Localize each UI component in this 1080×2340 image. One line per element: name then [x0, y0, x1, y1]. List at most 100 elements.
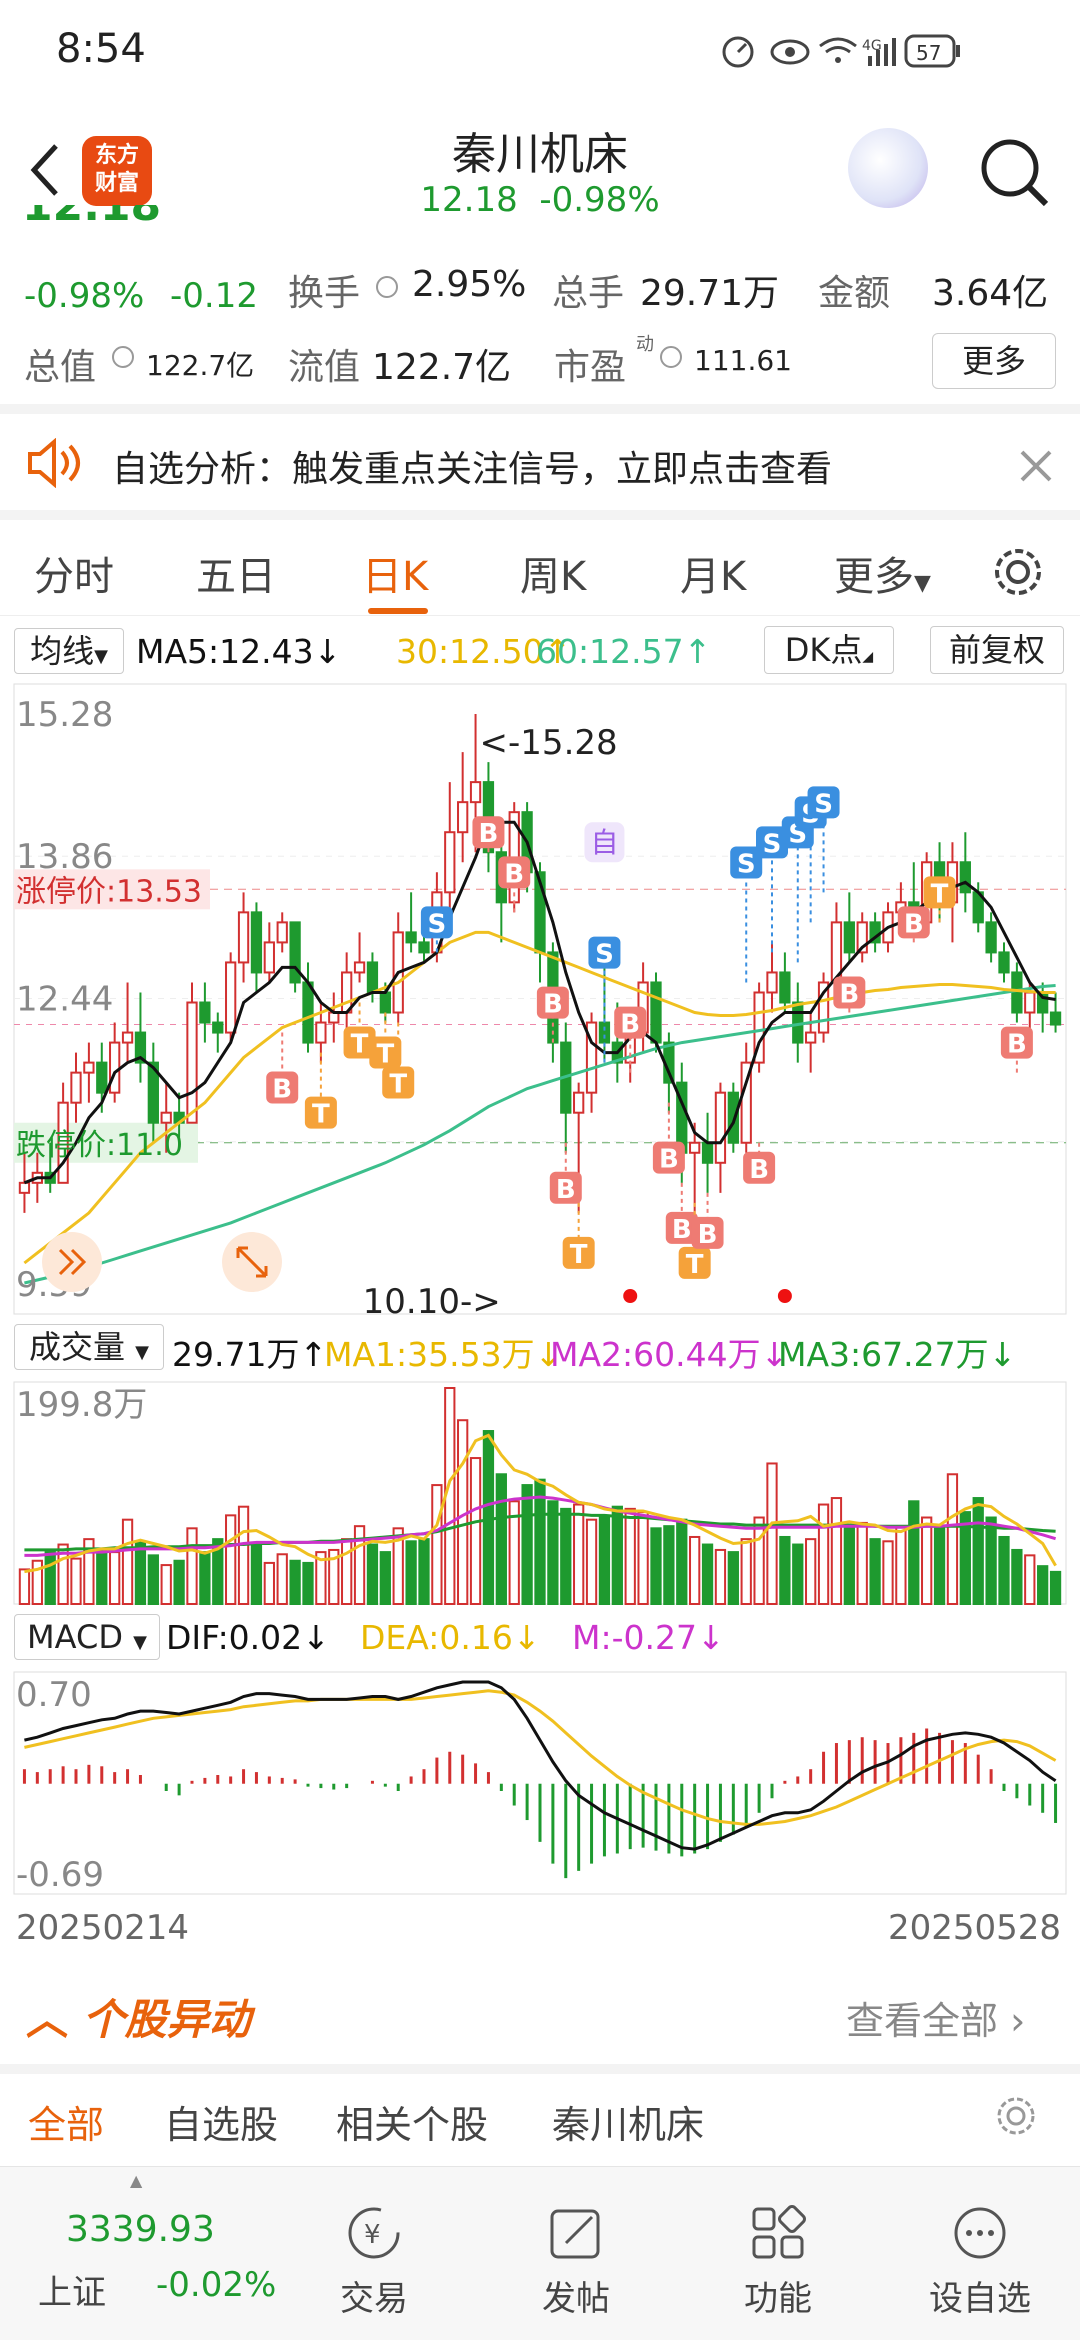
index-value[interactable]: 3339.93 — [66, 2209, 215, 2250]
index-change: -0.02% — [156, 2265, 277, 2305]
candle-body — [779, 971, 791, 1004]
volume-bar — [482, 1430, 495, 1605]
volume-axis-label: 199.8万 — [16, 1385, 147, 1425]
volume-bar — [199, 1551, 211, 1606]
filter-all[interactable]: 全部 — [28, 2094, 104, 2149]
limit-up-label: 涨停价:13.53 — [16, 874, 202, 909]
volume-bar — [276, 1553, 288, 1605]
volume-bar — [624, 1507, 636, 1605]
svg-text:¥: ¥ — [364, 2220, 381, 2250]
volume-bar — [121, 1518, 134, 1605]
volume-bar — [250, 1543, 263, 1605]
limit-down-label: 跌停价:11.0 — [16, 1128, 183, 1163]
candle-body — [237, 911, 250, 964]
volume-bar — [147, 1554, 159, 1605]
signal-letter: B — [556, 1175, 576, 1205]
candle-body — [1049, 1011, 1062, 1026]
signal-letter: T — [376, 1040, 394, 1070]
volume-bar — [856, 1521, 868, 1606]
candle-body — [18, 1181, 31, 1194]
volume-bar — [598, 1516, 611, 1606]
volume-bar — [173, 1559, 185, 1605]
volume-bar — [379, 1551, 391, 1606]
add-watchlist-label[interactable]: 设自选 — [910, 2271, 1050, 2320]
settings-gear-icon[interactable] — [994, 2094, 1038, 2138]
signal-letter: B — [479, 819, 499, 849]
candle-body — [83, 1061, 95, 1074]
add-watchlist-icon[interactable] — [952, 2205, 1008, 2261]
candle-body — [1024, 991, 1036, 1014]
filter-this-stock[interactable]: 秦川机床 — [552, 2094, 704, 2149]
macd-m: M:-0.27↓ — [572, 1618, 725, 1657]
event-dot — [777, 1289, 792, 1303]
volume-bar — [560, 1507, 572, 1605]
signal-letter: T — [931, 879, 949, 909]
bottom-bar: ▲ 3339.93 上证 -0.02% ¥ 交易 发帖 功能 设自选 — [0, 2166, 1080, 2340]
volume-bar — [895, 1525, 907, 1605]
filter-related[interactable]: 相关个股 — [336, 2094, 488, 2149]
filter-watchlist[interactable]: 自选股 — [164, 2094, 278, 2149]
volume-bar — [779, 1535, 791, 1606]
candle-body — [199, 1001, 211, 1024]
candle-body — [250, 911, 263, 974]
volume-bar — [573, 1503, 585, 1605]
post-icon[interactable] — [548, 2205, 604, 2261]
date-end: 20250528 — [888, 1908, 1062, 1948]
candle-body — [701, 1141, 714, 1164]
volume-bar — [727, 1551, 739, 1606]
functions-icon[interactable] — [750, 2205, 806, 2261]
volume-bar — [521, 1484, 533, 1605]
price-axis-label: 15.28 — [16, 695, 113, 735]
candle-body — [469, 781, 482, 804]
candle-body — [457, 801, 469, 834]
volume-bar — [96, 1548, 108, 1605]
post-label[interactable]: 发帖 — [506, 2271, 646, 2320]
chevron-right-icon: › — [1010, 1999, 1026, 2043]
volume-selector[interactable]: 成交量 ▼ — [14, 1324, 164, 1370]
macd-dif: DIF:0.02↓ — [166, 1618, 330, 1657]
candle-body — [714, 1091, 727, 1164]
trade-icon[interactable]: ¥ — [346, 2205, 402, 2261]
volume-bar — [972, 1497, 984, 1606]
macd-selector[interactable]: MACD ▼ — [14, 1614, 160, 1660]
volume-bar — [663, 1525, 675, 1605]
event-dot — [623, 1289, 638, 1303]
candle-body — [418, 941, 430, 954]
signal-letter: B — [672, 1215, 692, 1245]
candle-body — [302, 981, 314, 1044]
candle-body — [225, 961, 237, 1034]
volume-bar — [985, 1516, 997, 1606]
volume-bar — [740, 1538, 752, 1605]
signal-letter: S — [595, 940, 614, 970]
volume-ma3: MA3:67.27万↓ — [778, 1335, 1017, 1374]
candle-body — [650, 981, 662, 1044]
candle-body — [573, 1091, 585, 1114]
candle-body — [70, 1071, 82, 1104]
candle-body — [379, 991, 391, 1014]
signal-letter: S — [428, 909, 447, 939]
candle-body — [998, 951, 1010, 974]
macd-axis-label: -0.69 — [16, 1855, 104, 1895]
volume-bar — [933, 1527, 946, 1606]
functions-label[interactable]: 功能 — [708, 2271, 848, 2320]
signal-letter: B — [659, 1145, 679, 1175]
macd-dea: DEA:0.16↓ — [360, 1618, 541, 1657]
volume-bar — [998, 1535, 1010, 1606]
divider — [0, 2064, 1080, 2074]
candle-body — [444, 831, 456, 894]
volume-bar — [44, 1551, 56, 1606]
view-all-label: 查看全部 — [846, 1999, 999, 2043]
view-all-link[interactable]: 查看全部 › — [846, 1990, 1025, 2045]
caret-up-icon: ▲ — [130, 2171, 143, 2190]
volume-bar — [946, 1473, 959, 1605]
candle-body — [263, 941, 275, 974]
stock-moves-label: 个股异动 — [82, 1995, 251, 2044]
caret-down-icon: ▼ — [133, 1632, 147, 1653]
candle-body — [160, 1111, 172, 1124]
volume-bar — [766, 1462, 778, 1606]
volume-bar — [109, 1551, 121, 1606]
macd-selector-label: MACD — [27, 1618, 123, 1656]
caret-down-icon: ▼ — [135, 1342, 150, 1363]
trade-label[interactable]: 交易 — [304, 2271, 444, 2320]
high-price-annotation: <-15.28 — [480, 723, 618, 763]
